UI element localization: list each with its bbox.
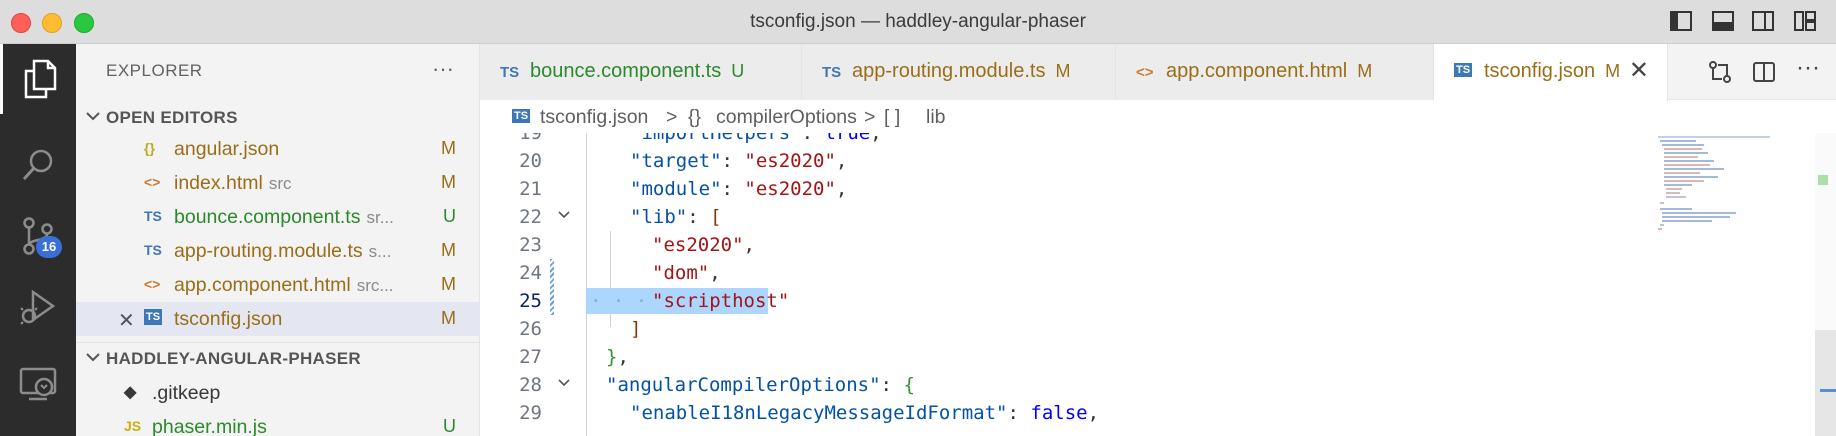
minimap[interactable]	[1652, 133, 1782, 243]
files-icon	[24, 59, 56, 99]
git-status-modified: M	[441, 308, 456, 328]
json-file-icon: {}	[144, 140, 155, 156]
tab-bounce-component-ts[interactable]: TS bounce.component.ts U	[480, 44, 802, 100]
html-file-icon: <>	[1136, 64, 1154, 81]
title-bar: tsconfig.json — haddley-angular-phaser	[0, 0, 1836, 44]
search-icon	[22, 149, 53, 181]
code-editor[interactable]: 19 "importHelpers": true, 20 "target": "…	[480, 133, 1836, 436]
html-file-icon: <>	[144, 276, 161, 292]
javascript-file-icon: JS	[124, 418, 142, 434]
array-icon: [ ]	[884, 106, 901, 128]
git-file-icon: ◆	[124, 384, 137, 401]
tsconfig-file-icon: TS	[1454, 63, 1473, 77]
git-status-untracked: U	[443, 206, 456, 226]
project-section-header[interactable]: HADDLEY-ANGULAR-PHASER	[76, 342, 480, 372]
customize-layout-icon[interactable]	[1794, 11, 1816, 31]
editor-tab-bar: TS bounce.component.ts U TS app-routing.m…	[480, 44, 1836, 101]
code-line: 19 "importHelpers": true,	[519, 133, 882, 144]
open-editor-item-app-routing-module-ts[interactable]: TS app-routing.module.ts s... M	[76, 234, 480, 268]
toggle-primary-sidebar-icon[interactable]	[1670, 11, 1692, 31]
code-line: 20 "target": "es2020",	[519, 150, 848, 172]
breadcrumb-file[interactable]: tsconfig.json	[540, 106, 648, 129]
open-editor-item-tsconfig-json[interactable]: ✕ TS tsconfig.json M	[76, 302, 480, 336]
code-line-current: 25 · · · "scripthost"	[480, 287, 1836, 315]
activity-bar: 16	[0, 44, 76, 436]
scrollbar-cursor-marker	[1820, 389, 1836, 392]
code-line: 23 "es2020",	[519, 234, 755, 256]
typescript-file-icon: TS	[144, 208, 162, 224]
close-tab-icon[interactable]: ✕	[1629, 56, 1649, 85]
object-icon: {}	[688, 106, 702, 128]
explorer-more-actions-button[interactable]: ···	[432, 56, 454, 82]
explorer-activity[interactable]	[0, 44, 76, 114]
file-item-phaser-min-js[interactable]: JS phaser.min.js U	[76, 410, 480, 436]
open-editor-item-index-html[interactable]: <> index.html src M	[76, 166, 480, 200]
typescript-file-icon: TS	[500, 64, 520, 81]
chevron-right-icon: >	[666, 106, 678, 128]
tab-app-component-html[interactable]: <> app.component.html M	[1116, 44, 1434, 100]
html-file-icon: <>	[144, 174, 161, 190]
git-status-modified: M	[441, 138, 456, 158]
open-editor-item-bounce-component-ts[interactable]: TS bounce.component.ts sr... U	[76, 200, 480, 234]
dirty-diff-indicator[interactable]	[550, 287, 554, 315]
file-item-gitkeep[interactable]: ◆ .gitkeep	[76, 376, 480, 410]
chevron-down-icon	[86, 112, 100, 121]
code-line: 27 },	[519, 346, 629, 368]
git-status-untracked: U	[443, 416, 456, 436]
tab-tsconfig-json[interactable]: TS tsconfig.json M ✕	[1434, 44, 1668, 101]
chevron-down-icon	[86, 353, 100, 362]
toggle-secondary-sidebar-icon[interactable]	[1752, 11, 1774, 31]
breadcrumb-lib[interactable]: lib	[926, 106, 946, 129]
git-status-modified: M	[441, 274, 456, 294]
fold-chevron-icon[interactable]	[556, 375, 572, 391]
remote-explorer-activity[interactable]	[0, 349, 76, 419]
open-editor-item-angular-json[interactable]: {} angular.json M	[76, 132, 480, 166]
typescript-file-icon: TS	[144, 242, 162, 258]
scrollbar-change-marker	[1818, 175, 1828, 185]
source-control-badge: 16	[36, 236, 62, 258]
remote-explorer-icon	[19, 367, 57, 401]
source-control-activity[interactable]: 16	[0, 201, 76, 271]
tsconfig-file-icon: TS	[512, 109, 531, 123]
breadcrumb-compiler-options[interactable]: compilerOptions	[716, 106, 857, 129]
chevron-right-icon: >	[864, 106, 876, 128]
split-editor-icon[interactable]	[1752, 60, 1776, 89]
code-line: 28 "angularCompilerOptions": {	[519, 374, 915, 396]
tab-app-routing-module-ts[interactable]: TS app-routing.module.ts M	[802, 44, 1116, 100]
dirty-diff-indicator[interactable]	[550, 259, 554, 287]
search-activity[interactable]	[0, 130, 76, 200]
code-line: 21 "module": "es2020",	[519, 178, 848, 200]
typescript-file-icon: TS	[822, 64, 842, 81]
git-status-modified: M	[441, 172, 456, 192]
open-editor-item-app-component-html[interactable]: <> app.component.html src... M	[76, 268, 480, 302]
open-changes-icon[interactable]	[1708, 60, 1732, 89]
git-status-modified: M	[441, 240, 456, 260]
close-editor-icon[interactable]: ✕	[118, 308, 135, 333]
run-debug-icon	[20, 289, 56, 325]
breadcrumb: TS tsconfig.json > {} compilerOptions > …	[480, 101, 1836, 133]
toggle-panel-icon[interactable]	[1712, 11, 1734, 31]
open-editors-section-header[interactable]: OPEN EDITORS	[76, 102, 480, 132]
more-actions-icon[interactable]: ···	[1796, 54, 1820, 82]
code-line: 26 ]	[519, 318, 642, 340]
run-debug-activity[interactable]	[0, 272, 76, 342]
window-title: tsconfig.json — haddley-angular-phaser	[750, 11, 1086, 32]
explorer-sidebar: EXPLORER ··· OPEN EDITORS {} angular.jso…	[76, 44, 480, 436]
fold-chevron-icon[interactable]	[556, 207, 572, 223]
tsconfig-file-icon: TS	[144, 309, 163, 325]
scrollbar-thumb[interactable]	[1815, 330, 1836, 436]
sidebar-title: EXPLORER	[106, 61, 203, 80]
code-line: 24 "dom",	[480, 259, 1836, 287]
code-line: 22 "lib": [	[519, 206, 722, 228]
code-line: 29 "enableI18nLegacyMessageIdFormat": fa…	[519, 402, 1100, 424]
